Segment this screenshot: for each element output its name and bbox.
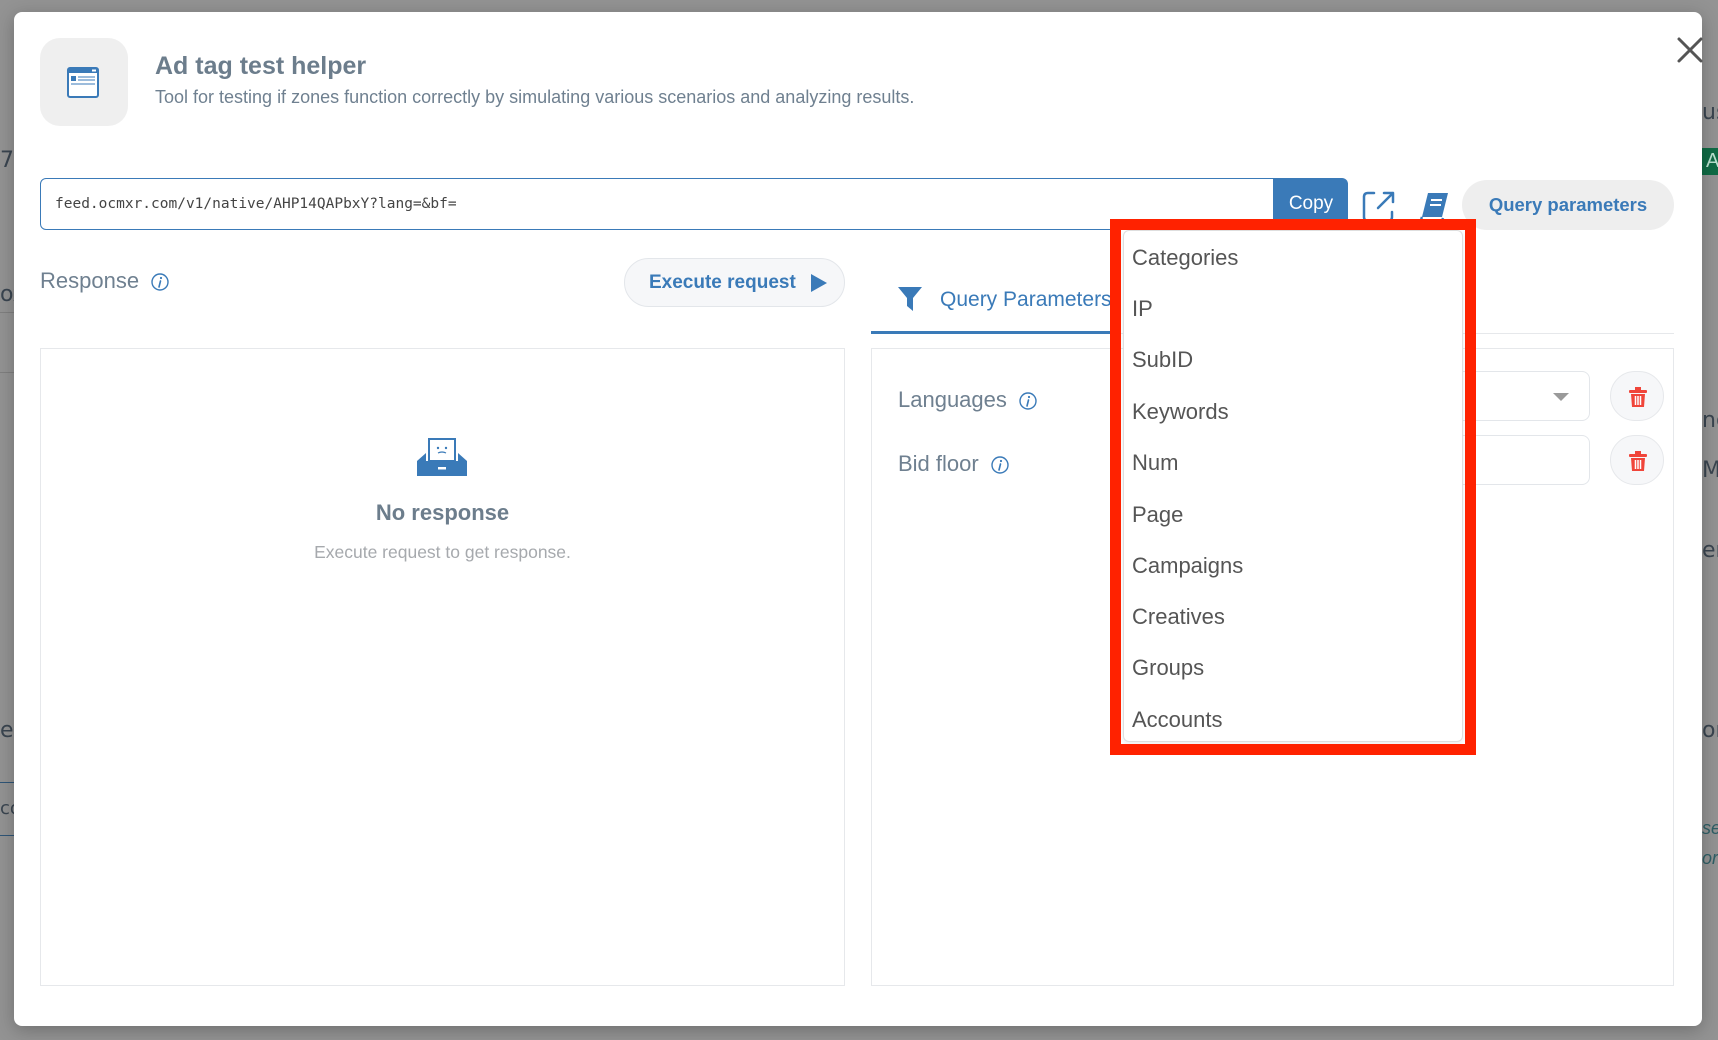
close-button[interactable] bbox=[1674, 34, 1706, 66]
documentation-button[interactable] bbox=[1418, 190, 1452, 224]
delete-languages-button[interactable] bbox=[1610, 371, 1664, 421]
empty-inbox-icon bbox=[417, 438, 467, 476]
request-url-input[interactable] bbox=[40, 178, 1274, 230]
param-label-text: Languages bbox=[898, 387, 1007, 412]
param-languages-label: Languages bbox=[898, 387, 1037, 413]
empty-state-subtitle: Execute request to get response. bbox=[314, 542, 571, 562]
bg-divider bbox=[0, 782, 14, 783]
modal-subtitle: Tool for testing if zones function corre… bbox=[155, 87, 915, 107]
response-label: Response bbox=[40, 268, 140, 293]
dropdown-item-categories[interactable]: Categories bbox=[1132, 245, 1238, 271]
dropdown-item-creatives[interactable]: Creatives bbox=[1132, 604, 1225, 630]
query-parameters-dropdown: Categories IP SubID Keywords Num Page Ca… bbox=[1123, 230, 1463, 742]
dropdown-item-keywords[interactable]: Keywords bbox=[1132, 399, 1229, 425]
info-icon[interactable] bbox=[1019, 392, 1037, 410]
tab-query-parameters[interactable]: Query Parameters bbox=[871, 267, 1115, 334]
bg-text: us bbox=[1702, 100, 1718, 125]
query-parameters-button[interactable]: Query parameters bbox=[1462, 180, 1674, 230]
execute-request-label: Execute request bbox=[649, 271, 796, 293]
bg-text: e bbox=[0, 718, 14, 743]
trash-icon bbox=[1629, 387, 1647, 407]
param-label-text: Bid floor bbox=[898, 451, 979, 476]
dropdown-item-page[interactable]: Page bbox=[1132, 502, 1183, 528]
info-icon[interactable] bbox=[991, 456, 1009, 474]
tool-icon-tile bbox=[40, 38, 128, 126]
empty-state-title: No response bbox=[375, 500, 510, 525]
bg-text: or bbox=[1702, 848, 1718, 868]
dropdown-item-groups[interactable]: Groups bbox=[1132, 655, 1204, 681]
info-icon[interactable] bbox=[151, 273, 169, 291]
browser-window-icon bbox=[67, 67, 99, 98]
delete-bid-floor-button[interactable] bbox=[1610, 435, 1664, 485]
close-icon bbox=[1677, 37, 1703, 63]
bg-badge: Ac bbox=[1702, 148, 1718, 175]
bg-divider bbox=[0, 835, 14, 836]
play-icon bbox=[811, 274, 827, 292]
trash-icon bbox=[1629, 451, 1647, 471]
bg-text: ng bbox=[1702, 408, 1718, 433]
copy-button[interactable]: Copy bbox=[1274, 178, 1348, 230]
bg-text: se bbox=[1702, 818, 1718, 838]
modal-title: Ad tag test helper bbox=[155, 52, 367, 80]
dropdown-item-subid[interactable]: SubID bbox=[1132, 347, 1193, 373]
bg-text: er bbox=[1702, 538, 1718, 563]
bg-text: M bbox=[1702, 458, 1718, 483]
external-link-icon bbox=[1362, 191, 1395, 223]
tab-label: Query Parameters bbox=[940, 288, 1112, 311]
response-heading: Response bbox=[40, 268, 169, 294]
bg-divider bbox=[0, 372, 14, 373]
bg-text: or bbox=[1702, 718, 1718, 743]
chevron-down-icon bbox=[1553, 393, 1569, 401]
bg-divider bbox=[0, 312, 14, 313]
filter-icon bbox=[898, 287, 922, 311]
dropdown-item-ip[interactable]: IP bbox=[1132, 296, 1153, 322]
dropdown-item-campaigns[interactable]: Campaigns bbox=[1132, 553, 1243, 579]
book-icon bbox=[1420, 193, 1448, 223]
dropdown-item-num[interactable]: Num bbox=[1132, 450, 1178, 476]
dropdown-item-accounts[interactable]: Accounts bbox=[1132, 707, 1223, 733]
open-in-new-tab-button[interactable] bbox=[1360, 188, 1398, 226]
execute-request-button[interactable]: Execute request bbox=[624, 258, 845, 307]
param-bid-floor-label: Bid floor bbox=[898, 451, 1009, 477]
response-panel: No response Execute request to get respo… bbox=[40, 348, 845, 986]
url-bar: Copy bbox=[40, 178, 1348, 230]
